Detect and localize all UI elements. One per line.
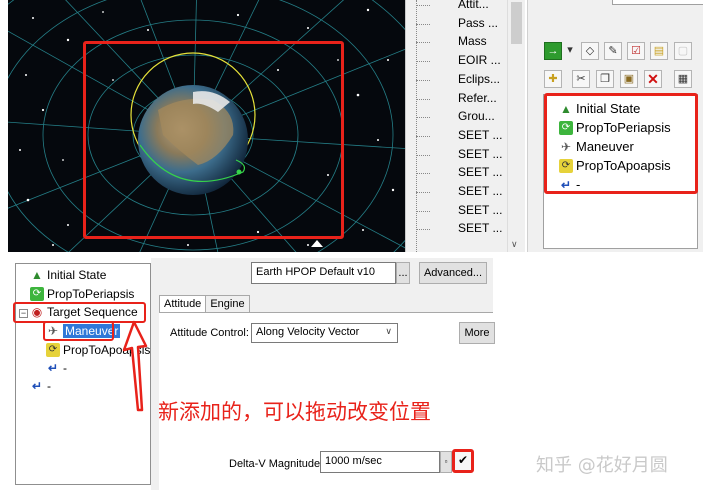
- notes-icon[interactable]: ▤: [650, 42, 668, 60]
- propagator-browse-button[interactable]: ...: [396, 262, 410, 284]
- new-segment-icon[interactable]: ✚: [544, 70, 562, 88]
- tab-attitude[interactable]: Attitude: [159, 295, 207, 313]
- dropdown-edge[interactable]: [612, 0, 703, 5]
- object-list-item[interactable]: Eclips...: [458, 72, 500, 86]
- tools-icon[interactable]: ✎: [604, 42, 622, 60]
- initial-state-icon: ▲: [31, 268, 43, 282]
- propagate-icon: ⟳: [46, 343, 60, 357]
- tree-connector: [416, 42, 430, 44]
- tree-node-return-inner[interactable]: ↵ -: [46, 361, 67, 375]
- annotation-text: 新添加的，可以拖动改变位置: [158, 400, 431, 424]
- tree-connector: [416, 210, 430, 212]
- object-browser-list[interactable]: Attit... Pass ... Mass EOIR ... Eclips... Ref…: [405, 0, 525, 252]
- more-button[interactable]: More: [459, 322, 495, 344]
- tree-connector: [416, 79, 430, 81]
- tree-connector: [416, 173, 430, 175]
- attitude-control-select[interactable]: Along Velocity Vector ∨: [251, 323, 398, 343]
- watermark: 知乎 @花好月圆: [536, 455, 668, 476]
- run-arrow-icon[interactable]: →: [544, 42, 562, 60]
- tree-connector: [416, 154, 430, 156]
- scrollbar-thumb[interactable]: [511, 2, 522, 44]
- object-list-item[interactable]: SEET ...: [458, 165, 502, 179]
- tree-node-proptoperiapsis[interactable]: ⟳ PropToPeriapsis: [30, 287, 134, 301]
- object-list-item[interactable]: SEET ...: [458, 184, 502, 198]
- scroll-down-icon[interactable]: ∨: [511, 239, 518, 250]
- run-dropdown-icon[interactable]: ▾: [564, 42, 576, 60]
- tree-connector: [416, 23, 430, 25]
- object-list-item[interactable]: Grou...: [458, 109, 495, 123]
- paste-icon[interactable]: ▣: [620, 70, 638, 88]
- delta-v-input[interactable]: 1000 m/sec: [320, 451, 440, 473]
- diamond-icon[interactable]: ◇: [581, 42, 599, 60]
- globe-highlight-box: [83, 41, 344, 239]
- tree-node-return-outer[interactable]: ↵ -: [30, 379, 51, 393]
- tree-node-initial-state[interactable]: ▲ Initial State: [30, 268, 106, 282]
- object-list-items: Attit... Pass ... Mass EOIR ... Eclips... Ref…: [406, 0, 506, 252]
- 3d-globe-view[interactable]: [8, 0, 405, 252]
- mcs-tree-highlight-box: [544, 93, 698, 194]
- mcs-panel: → ▾ ◇ ✎ ☑ ▤ ▢ ✚ ✂ ❐ ▣ ✕ ▦ ▲ Initial Stat…: [527, 0, 703, 252]
- advanced-button[interactable]: Advanced...: [419, 262, 487, 284]
- object-list-item[interactable]: Pass ...: [458, 16, 498, 30]
- tree-connector: [416, 98, 430, 100]
- summary-icon[interactable]: ▦: [674, 70, 692, 88]
- copy-icon[interactable]: ❐: [596, 70, 614, 88]
- maneuver-highlight: [43, 321, 114, 341]
- chevron-down-icon: ∨: [385, 326, 392, 336]
- object-list-item[interactable]: SEET ...: [458, 203, 502, 217]
- disabled-tool-icon: ▢: [674, 42, 692, 60]
- return-icon: ↵: [31, 379, 43, 393]
- object-list-item[interactable]: Mass: [458, 34, 487, 48]
- tab-strip: Attitude Engine: [159, 295, 250, 313]
- tab-engine[interactable]: Engine: [205, 295, 250, 313]
- units-icon[interactable]: ▫: [440, 451, 452, 473]
- return-icon: ↵: [47, 361, 59, 375]
- object-list-item[interactable]: SEET ...: [458, 128, 502, 142]
- control-target-icon[interactable]: ✔: [452, 449, 474, 473]
- object-list-item[interactable]: Refer...: [458, 91, 497, 105]
- object-list-item[interactable]: SEET ...: [458, 147, 502, 161]
- propagate-icon: ⟳: [30, 287, 44, 301]
- cut-icon[interactable]: ✂: [572, 70, 590, 88]
- tree-connector: [416, 61, 430, 63]
- object-list-scrollbar[interactable]: ∨: [507, 0, 524, 252]
- tree-connector: [416, 229, 430, 231]
- object-list-item[interactable]: Attit...: [458, 0, 489, 11]
- object-list-item[interactable]: EOIR ...: [458, 53, 501, 67]
- propagator-field[interactable]: Earth HPOP Default v10: [251, 262, 396, 284]
- attitude-control-label: Attitude Control:: [170, 327, 249, 339]
- tree-connector: [416, 135, 430, 137]
- delete-icon[interactable]: ✕: [644, 70, 662, 88]
- tree-connector: [416, 5, 430, 6]
- delta-v-label: Delta-V Magnitude:: [229, 458, 324, 470]
- tree-connector: [416, 192, 430, 193]
- tree-connector: [416, 117, 430, 119]
- object-list-item[interactable]: SEET ...: [458, 221, 502, 235]
- checklist-icon[interactable]: ☑: [627, 42, 645, 60]
- maneuver-properties-panel: Earth HPOP Default v10 ... Advanced... A…: [151, 258, 495, 490]
